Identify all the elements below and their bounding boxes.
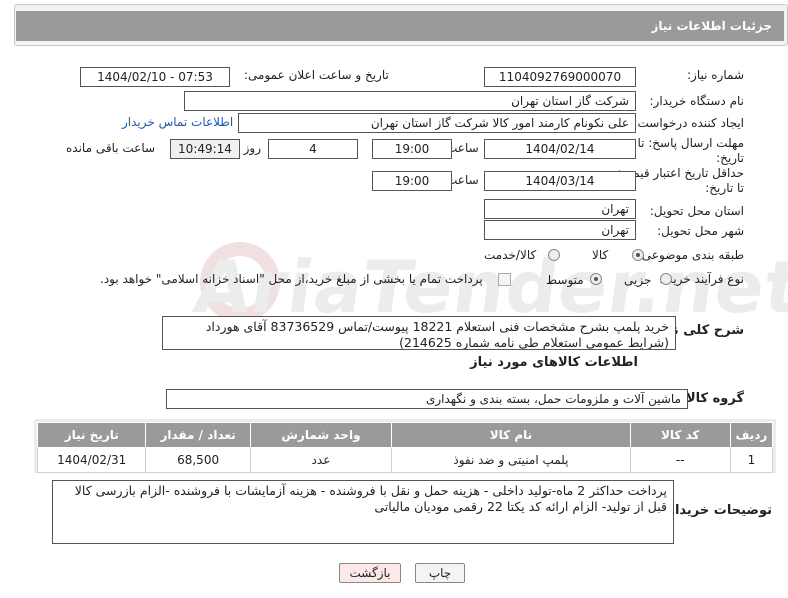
process-radio-minor[interactable] [660, 273, 672, 285]
goods-group-field: ماشین آلات و ملزومات حمل، بسته بندی و نگ… [166, 389, 688, 409]
process-option-medium: متوسط [546, 273, 584, 287]
price-validity-label-2: تا تاریخ: [705, 181, 744, 195]
reply-deadline-label-2: تاریخ: [716, 151, 744, 165]
category-option-goods-service: کالا/خدمت [484, 248, 537, 262]
col-qty: تعداد / مقدار [145, 422, 251, 448]
cell-name: پلمپ امنیتی و ضد نفوذ [391, 447, 631, 473]
buyer-notes-text: پرداخت حداکثر 2 ماه-تولید داخلی - هزینه … [52, 480, 674, 544]
goods-info-title: اطلاعات کالاهای مورد نیاز [470, 355, 638, 370]
price-validity-label-1: حداقل تاریخ اعتبار قیمت: [617, 166, 744, 180]
delivery-city-label: شهر محل تحویل: [657, 224, 744, 238]
cell-date: 1404/02/31 [36, 447, 147, 473]
process-option-minor: جزیی [624, 273, 652, 287]
reply-deadline-date-field: 1404/02/14 [484, 139, 636, 159]
buyer-contact-link[interactable]: اطلاعات تماس خریدار [122, 115, 233, 129]
reply-deadline-label-1: مهلت ارسال پاسخ: تا [637, 136, 744, 150]
announce-date-field: 1404/02/10 - 07:53 [80, 67, 230, 87]
cell-code: -- [629, 447, 731, 473]
treasury-payment-checkbox[interactable] [498, 273, 511, 286]
col-row: ردیف [729, 422, 774, 448]
delivery-province-label: استان محل تحویل: [649, 204, 744, 218]
remaining-time-label: ساعت باقی مانده [66, 141, 156, 155]
requester-label: ایجاد کننده درخواست: [633, 116, 744, 130]
items-table-header: ردیف کد کالا نام کالا واحد شمارش تعداد /… [36, 422, 774, 448]
col-name: نام کالا [391, 422, 631, 448]
overview-text: خرید پلمپ بشرح مشخصات فنی استعلام 18221 … [162, 316, 676, 350]
requester-field: علی نکونام کارمند امور کالا شرکت گاز است… [238, 113, 636, 133]
col-unit: واحد شمارش [249, 422, 393, 448]
back-button[interactable]: بازگشت [339, 563, 401, 583]
print-button[interactable]: چاپ [415, 563, 465, 583]
reply-deadline-days-field: 4 [268, 139, 358, 159]
reply-deadline-time-field: 19:00 [372, 139, 452, 159]
treasury-payment-note: پرداخت تمام یا بخشی از مبلغ خرید،از محل … [100, 272, 483, 286]
buyer-org-field: شرکت گاز استان تهران [184, 91, 636, 111]
col-code: کد کالا [629, 422, 731, 448]
category-label: طبقه بندی موضوعی: [637, 248, 744, 262]
delivery-province-field: تهران [484, 199, 636, 219]
need-number-field: 1104092769000070 [484, 67, 636, 87]
remaining-time-field: 10:49:14 [170, 139, 240, 159]
announce-date-label: تاریخ و ساعت اعلان عمومی: [244, 68, 389, 82]
page-title: جزئیات اطلاعات نیاز [651, 19, 772, 33]
category-radio-goods[interactable] [632, 249, 644, 261]
cell-unit: عدد [249, 447, 393, 473]
items-table-wrapper: ردیف کد کالا نام کالا واحد شمارش تعداد /… [34, 419, 776, 473]
col-date: تاریخ نیاز [36, 422, 147, 448]
category-radio-goods-service[interactable] [548, 249, 560, 261]
items-table: ردیف کد کالا نام کالا واحد شمارش تعداد /… [36, 422, 774, 473]
process-radio-medium[interactable] [590, 273, 602, 285]
delivery-city-field: تهران [484, 220, 636, 240]
buyer-notes-label: توضیحات خریدار: [662, 503, 772, 518]
page-header: جزئیات اطلاعات نیاز [16, 11, 784, 41]
price-validity-time-field: 19:00 [372, 171, 452, 191]
cell-qty: 68,500 [145, 447, 251, 473]
goods-group-label: گروه کالا: [680, 391, 744, 406]
table-row: 1 -- پلمپ امنیتی و ضد نفوذ عدد 68,500 14… [36, 447, 774, 473]
price-validity-date-field: 1404/03/14 [484, 171, 636, 191]
buyer-org-label: نام دستگاه خریدار: [649, 94, 745, 108]
need-number-label: شماره نیاز: [687, 68, 744, 82]
cell-row: 1 [729, 447, 774, 473]
category-option-goods: کالا [592, 248, 609, 262]
